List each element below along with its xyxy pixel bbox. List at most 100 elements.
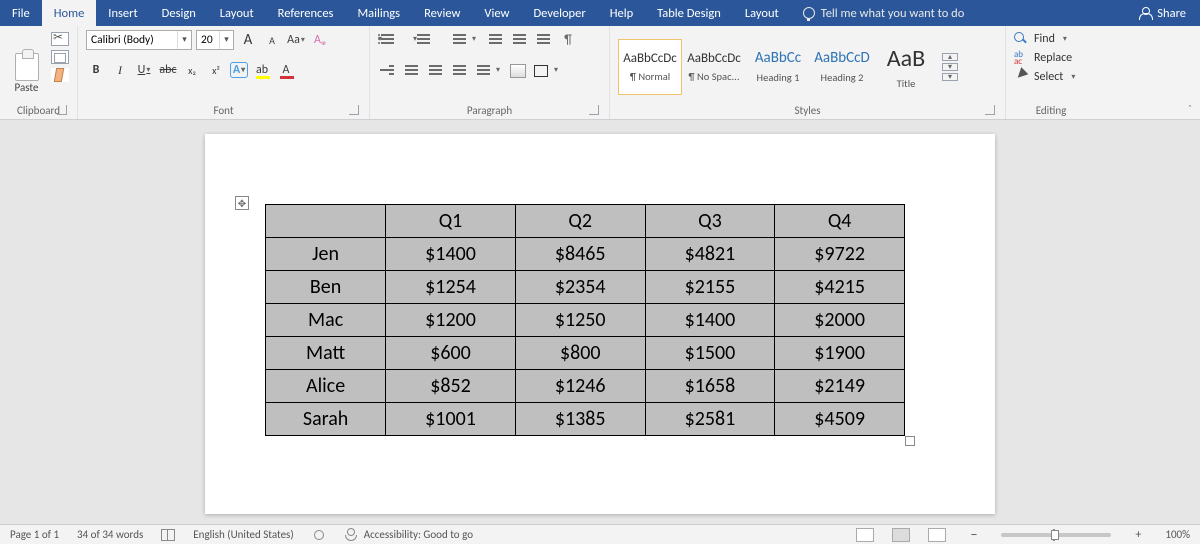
tab-design[interactable]: Design [150, 0, 208, 26]
table-row[interactable]: Ben$1254$2354$2155$4215 [266, 271, 905, 304]
table-cell[interactable]: $1400 [386, 238, 516, 271]
book-icon[interactable] [161, 529, 175, 541]
table-header-cell[interactable]: Q1 [386, 205, 516, 238]
macro-record-icon[interactable] [312, 529, 326, 541]
table-cell[interactable]: $2155 [645, 271, 775, 304]
table-cell[interactable]: $852 [386, 370, 516, 403]
style-normal[interactable]: AaBbCcDc ¶ Normal [618, 39, 682, 95]
select-button[interactable]: Select▾ [1014, 70, 1075, 84]
table-cell[interactable]: Alice [266, 370, 386, 403]
underline-button[interactable]: U [134, 60, 154, 80]
table-cell[interactable]: $1246 [515, 370, 645, 403]
tell-me-search[interactable]: Tell me what you want to do [791, 0, 977, 26]
superscript-button[interactable]: x [206, 60, 226, 80]
table-cell[interactable]: $1001 [386, 403, 516, 436]
tab-layout[interactable]: Layout [208, 0, 266, 26]
status-accessibility[interactable]: Accessibility: Good to go [344, 528, 473, 541]
table-cell[interactable]: $1200 [386, 304, 516, 337]
tab-help[interactable]: Help [598, 0, 645, 26]
table-cell[interactable]: $1900 [775, 337, 905, 370]
font-color-button[interactable]: A [276, 60, 296, 80]
show-marks-button[interactable]: ¶ [558, 30, 578, 50]
justify-button[interactable] [450, 62, 470, 80]
table-cell[interactable]: $1658 [645, 370, 775, 403]
tab-file[interactable]: File [0, 0, 42, 26]
share-button[interactable]: Share [1125, 0, 1200, 26]
table-cell[interactable]: $1500 [645, 337, 775, 370]
table-header-cell[interactable] [266, 205, 386, 238]
status-language[interactable]: English (United States) [193, 528, 293, 541]
zoom-out-button[interactable]: − [964, 526, 983, 543]
table-header-cell[interactable]: Q2 [515, 205, 645, 238]
table-cell[interactable]: $2581 [645, 403, 775, 436]
increase-indent-button[interactable] [510, 31, 530, 49]
table-cell[interactable]: $2354 [515, 271, 645, 304]
line-spacing-button[interactable] [474, 62, 494, 80]
font-name-input[interactable] [87, 31, 177, 49]
align-right-button[interactable] [426, 62, 446, 80]
table-cell[interactable]: Mac [266, 304, 386, 337]
table-move-handle[interactable]: ✥ [235, 196, 249, 210]
copy-button[interactable] [51, 50, 69, 64]
borders-button[interactable] [532, 62, 552, 80]
style-heading2[interactable]: AaBbCcD Heading 2 [810, 39, 874, 95]
styles-gallery-more[interactable]: ▴ ▾ ▾ [942, 53, 958, 81]
shrink-font-button[interactable]: A [262, 30, 282, 50]
tab-table-layout[interactable]: Layout [733, 0, 791, 26]
table-row[interactable]: Sarah$1001$1385$2581$4509 [266, 403, 905, 436]
table-cell[interactable]: $4509 [775, 403, 905, 436]
align-center-button[interactable] [402, 62, 422, 80]
zoom-slider[interactable] [1001, 533, 1111, 537]
tab-review[interactable]: Review [412, 0, 472, 26]
style-title[interactable]: AaB Title [874, 39, 938, 95]
tab-table-design[interactable]: Table Design [645, 0, 733, 26]
font-dialog-launcher[interactable] [349, 105, 359, 115]
tab-references[interactable]: References [266, 0, 346, 26]
chevron-down-icon[interactable]: ▾ [177, 31, 191, 49]
table-cell[interactable]: $1385 [515, 403, 645, 436]
highlight-button[interactable]: ab [252, 60, 272, 80]
table-cell[interactable]: $9722 [775, 238, 905, 271]
italic-button[interactable]: I [110, 60, 130, 80]
bold-button[interactable]: B [86, 60, 106, 80]
tab-insert[interactable]: Insert [96, 0, 149, 26]
table-cell[interactable]: $2149 [775, 370, 905, 403]
table-cell[interactable]: $1254 [386, 271, 516, 304]
table-cell[interactable]: $1250 [515, 304, 645, 337]
table-resize-handle[interactable] [905, 436, 915, 446]
table-cell[interactable]: $4215 [775, 271, 905, 304]
table-cell[interactable]: Ben [266, 271, 386, 304]
styles-dialog-launcher[interactable] [985, 105, 995, 115]
document-area[interactable]: ✥ Q1Q2Q3Q4 Jen$1400$8465$4821$9722Ben$12… [0, 120, 1200, 524]
collapse-ribbon-button[interactable]: ˆ [1188, 102, 1192, 115]
sort-button[interactable] [534, 31, 554, 49]
table-cell[interactable]: Jen [266, 238, 386, 271]
replace-button[interactable]: Replace [1014, 51, 1072, 65]
tab-home[interactable]: Home [42, 0, 97, 26]
table-row[interactable]: Mac$1200$1250$1400$2000 [266, 304, 905, 337]
format-painter-button[interactable] [51, 68, 69, 82]
table-cell[interactable]: Matt [266, 337, 386, 370]
table-header-cell[interactable]: Q3 [645, 205, 775, 238]
table-cell[interactable]: Sarah [266, 403, 386, 436]
zoom-in-button[interactable]: + [1129, 528, 1147, 542]
page[interactable]: ✥ Q1Q2Q3Q4 Jen$1400$8465$4821$9722Ben$12… [205, 134, 995, 514]
tab-developer[interactable]: Developer [521, 0, 597, 26]
style-heading1[interactable]: AaBbCc Heading 1 [746, 39, 810, 95]
grow-font-button[interactable]: A [238, 30, 258, 50]
clipboard-dialog-launcher[interactable] [57, 105, 67, 115]
font-size-combo[interactable]: ▾ [196, 30, 234, 50]
paste-button[interactable]: Paste [8, 30, 45, 94]
cut-button[interactable] [51, 32, 69, 46]
table-cell[interactable]: $4821 [645, 238, 775, 271]
decrease-indent-button[interactable] [486, 31, 506, 49]
zoom-level[interactable]: 100% [1165, 528, 1190, 541]
table-cell[interactable]: $2000 [775, 304, 905, 337]
clear-formatting-button[interactable]: Aᵩ [310, 30, 330, 50]
shading-button[interactable] [508, 62, 528, 80]
view-web-layout[interactable] [928, 528, 946, 542]
numbering-button[interactable] [414, 31, 434, 49]
paragraph-dialog-launcher[interactable] [589, 105, 599, 115]
chevron-down-icon[interactable]: ▾ [219, 31, 233, 49]
strikethrough-button[interactable]: abc [158, 60, 178, 80]
